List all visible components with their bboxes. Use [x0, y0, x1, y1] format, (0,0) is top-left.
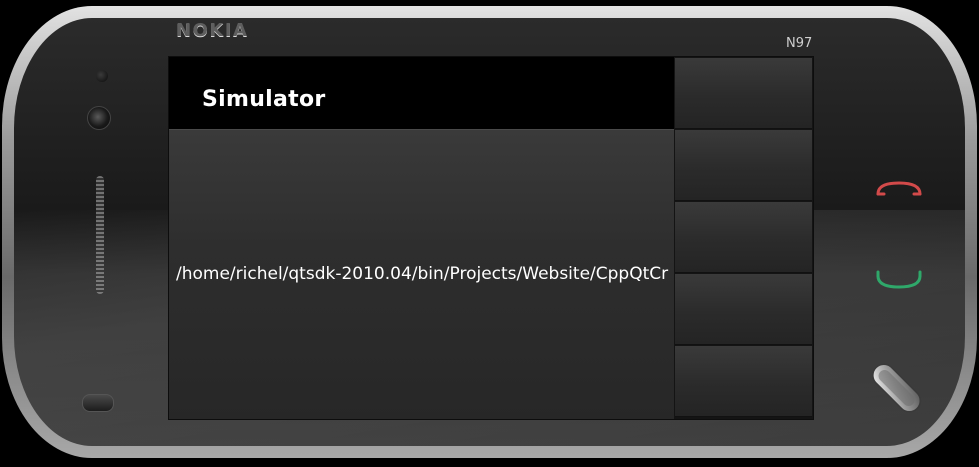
camera-icon	[87, 106, 111, 130]
call-icon[interactable]	[872, 268, 926, 292]
side-key[interactable]	[82, 394, 114, 412]
app-title: Simulator	[202, 87, 326, 112]
softkey-panel	[674, 57, 813, 419]
speaker-grille	[96, 176, 104, 294]
phone-device: NOKIA N97 Simulator /home/richel/qtsdk-2…	[0, 0, 979, 467]
path-label: /home/richel/qtsdk-2010.04/bin/Projects/…	[176, 264, 669, 284]
softkey-3[interactable]	[675, 202, 812, 273]
softkey-4[interactable]	[675, 274, 812, 345]
brand-logo: NOKIA	[176, 20, 249, 41]
model-label: N97	[786, 36, 813, 51]
proximity-sensor-icon	[96, 70, 108, 82]
softkey-1[interactable]	[675, 58, 812, 129]
softkey-2[interactable]	[675, 130, 812, 201]
main-content: /home/richel/qtsdk-2010.04/bin/Projects/…	[169, 129, 674, 419]
device-screen: Simulator /home/richel/qtsdk-2010.04/bin…	[168, 56, 814, 420]
end-call-icon[interactable]	[872, 178, 926, 198]
softkey-5[interactable]	[675, 346, 812, 417]
menu-key-icon[interactable]	[866, 356, 930, 420]
title-bar: Simulator	[169, 57, 674, 129]
